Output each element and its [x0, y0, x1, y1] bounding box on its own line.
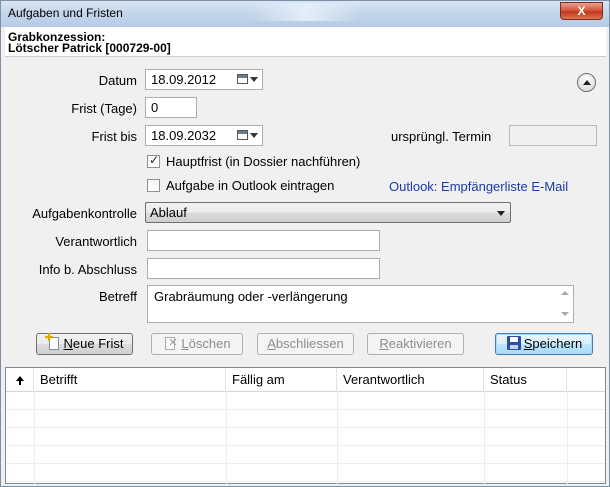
column-status[interactable]: Status — [484, 368, 567, 392]
betreff-scrollbar[interactable] — [556, 286, 573, 322]
reaktivieren-button[interactable]: Reaktivieren — [367, 333, 464, 355]
urspr-termin-field — [509, 125, 597, 146]
frist-bis-value: 18.09.2032 — [151, 128, 217, 143]
urspr-termin-label: ursprüngl. Termin — [391, 129, 492, 144]
collapse-up-icon[interactable] — [577, 73, 596, 92]
info-abschluss-label: Info b. Abschluss — [38, 262, 137, 277]
frist-tage-label: Frist (Tage) — [71, 101, 137, 116]
aufgabenkontrolle-select[interactable]: Ablauf — [145, 202, 511, 223]
new-document-icon: ✚ — [45, 333, 62, 351]
info-abschluss-field[interactable] — [147, 258, 380, 279]
table-row[interactable] — [6, 446, 605, 464]
column-divider — [34, 392, 35, 484]
betreff-value: Grabräumung oder -verlängerung — [154, 289, 348, 304]
frist-tage-value: 0 — [151, 100, 159, 115]
abschliessen-button[interactable]: Abschliessen — [257, 333, 354, 355]
verantwortlich-field[interactable] — [147, 230, 380, 251]
dialog-window: Aufgaben und Fristen X Grabkonzession: L… — [0, 0, 610, 487]
title-bar-reflection — [251, 3, 361, 21]
record-owner: Lötscher Patrick [000729-00] — [8, 41, 171, 55]
column-betrifft[interactable]: Betrifft — [34, 368, 226, 392]
table-row[interactable] — [6, 392, 605, 410]
column-divider — [226, 392, 227, 484]
neue-frist-button[interactable]: ✚ Neue Frist — [36, 333, 133, 355]
outlook-label: Aufgabe in Outlook eintragen — [166, 178, 335, 193]
floppy-disk-icon — [506, 336, 522, 351]
sort-column-header[interactable] — [6, 368, 34, 392]
close-button[interactable]: X — [560, 2, 603, 20]
aufgabenkontrolle-value: Ablauf — [150, 205, 187, 220]
table-row[interactable] — [6, 410, 605, 428]
calendar-dropdown-icon[interactable] — [235, 71, 261, 88]
datum-value: 18.09.2012 — [151, 72, 217, 87]
frist-bis-label: Frist bis — [91, 129, 138, 144]
loeschen-button[interactable]: ✕ Löschen — [151, 333, 243, 355]
title-bar[interactable]: Aufgaben und Fristen X — [1, 1, 609, 27]
scroll-down-icon[interactable] — [561, 312, 569, 316]
table-row[interactable] — [6, 428, 605, 446]
outlook-checkbox[interactable] — [147, 179, 160, 192]
tasks-table[interactable]: Betrifft Fällig am Verantwortlich Status — [5, 367, 606, 484]
aufgabenkontrolle-label: Aufgabenkontrolle — [32, 206, 137, 221]
hauptfrist-checkbox[interactable] — [147, 153, 160, 168]
speichern-button[interactable]: Speichern — [495, 333, 593, 355]
column-divider — [567, 392, 568, 484]
record-header: Grabkonzession: Lötscher Patrick [000729… — [5, 27, 606, 57]
betreff-textarea[interactable]: Grabräumung oder -verlängerung — [147, 285, 574, 323]
sort-ascending-icon — [16, 376, 24, 385]
task-form: Datum 18.09.2012 Frist (Tage) 0 Frist bi… — [5, 58, 606, 364]
delete-document-icon: ✕ — [163, 336, 179, 351]
window-title: Aufgaben und Fristen — [8, 6, 123, 20]
scroll-up-icon[interactable] — [561, 291, 569, 295]
table-header: Betrifft Fällig am Verantwortlich Status — [6, 368, 605, 392]
chevron-down-icon — [497, 211, 505, 216]
datum-label: Datum — [98, 73, 137, 88]
column-verantwortlich[interactable]: Verantwortlich — [337, 368, 484, 392]
frist-tage-field[interactable]: 0 — [145, 97, 197, 118]
column-faellig-am[interactable]: Fällig am — [226, 368, 337, 392]
column-divider — [337, 392, 338, 484]
verantwortlich-label: Verantwortlich — [55, 234, 137, 249]
outlook-recipients-link[interactable]: Outlook: Empfängerliste E-Mail — [389, 179, 568, 194]
calendar-dropdown-icon[interactable] — [235, 127, 261, 144]
betreff-label: Betreff — [98, 289, 137, 304]
hauptfrist-label: Hauptfrist (in Dossier nachführen) — [166, 154, 361, 169]
column-divider — [484, 392, 485, 484]
table-row[interactable] — [6, 464, 605, 482]
